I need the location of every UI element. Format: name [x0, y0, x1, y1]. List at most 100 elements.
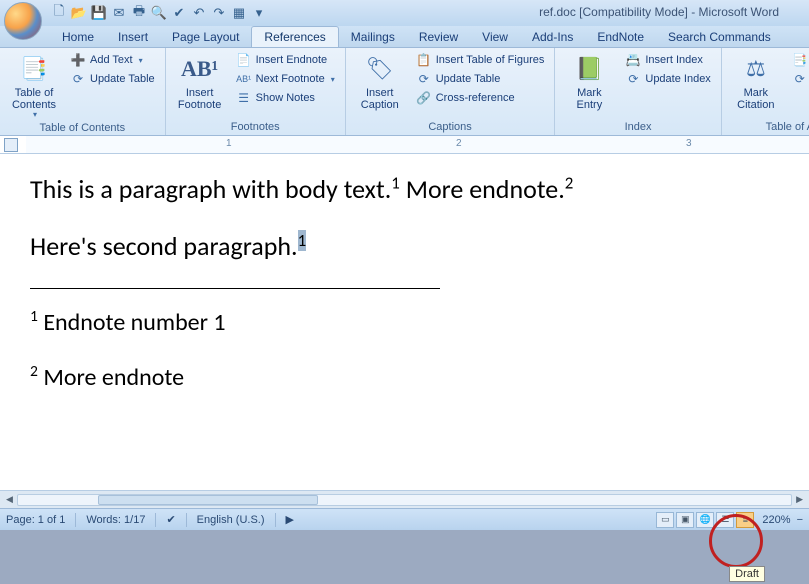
update-toa-button[interactable]: ⟳Update T [788, 70, 809, 88]
group-label-index: Index [561, 119, 714, 135]
group-label-captions: Captions [352, 119, 549, 135]
tab-insert[interactable]: Insert [106, 27, 160, 47]
save-icon[interactable]: 💾 [90, 4, 108, 22]
insert-toa-button[interactable]: 📑Insert Ta [788, 51, 809, 69]
group-label-toa: Table of Aut [728, 119, 809, 135]
scroll-left-icon[interactable]: ◀ [6, 494, 13, 505]
window-title: ref.doc [Compatibility Mode] - Microsoft… [539, 5, 779, 19]
group-captions: 🏷 Insert Caption 📋Insert Table of Figure… [346, 48, 556, 135]
group-toc: 📑 Table of Contents▾ ➕Add Text▾ ⟳Update … [0, 48, 166, 135]
update-captions-icon: ⟳ [416, 71, 432, 87]
endnote-separator [30, 288, 440, 289]
scroll-thumb[interactable] [98, 495, 318, 505]
insert-footnote-button[interactable]: AB¹ Insert Footnote [172, 51, 228, 119]
endnote-1[interactable]: 1 Endnote number 1 [30, 309, 809, 338]
group-footnotes: AB¹ Insert Footnote 📄Insert Endnote AB¹N… [166, 48, 346, 135]
mark-entry-icon: 📗 [573, 53, 605, 85]
tab-review[interactable]: Review [407, 27, 470, 47]
tof-icon: 📋 [416, 52, 432, 68]
horizontal-ruler[interactable]: 1 2 3 [0, 136, 809, 154]
show-notes-icon: ☰ [236, 90, 252, 106]
tab-mailings[interactable]: Mailings [339, 27, 407, 47]
spell-icon[interactable]: ✔ [170, 4, 188, 22]
footnote-icon: AB¹ [184, 53, 216, 85]
update-toc-button[interactable]: ⟳Update Table [66, 70, 159, 88]
insert-caption-button[interactable]: 🏷 Insert Caption [352, 51, 408, 119]
macro-icon[interactable]: ▶ [286, 513, 294, 526]
ruler-corner[interactable] [4, 138, 18, 152]
scroll-track[interactable] [17, 494, 792, 506]
group-index: 📗 Mark Entry 📇Insert Index ⟳Update Index… [555, 48, 721, 135]
print-preview-icon[interactable]: 🔍 [150, 4, 168, 22]
view-full-reading[interactable]: ▣ [676, 512, 694, 528]
quick-access-toolbar: 🗋 📂 💾 ✉ 🖶 🔍 ✔ ↶ ↷ ▦ ▾ [50, 4, 268, 22]
tab-view[interactable]: View [470, 27, 520, 47]
qat-more-icon[interactable]: ▾ [250, 4, 268, 22]
draft-tooltip: Draft [729, 566, 765, 582]
table-icon[interactable]: ▦ [230, 4, 248, 22]
view-draft[interactable]: ≡ [736, 512, 754, 528]
group-label-toc: Table of Contents [6, 120, 159, 136]
insert-toa-icon: 📑 [792, 52, 808, 68]
undo-icon[interactable]: ↶ [190, 4, 208, 22]
update-toa-icon: ⟳ [792, 71, 808, 87]
group-label-footnotes: Footnotes [172, 119, 339, 135]
mark-entry-button[interactable]: 📗 Mark Entry [561, 51, 617, 119]
proofing-icon[interactable]: ✔ [166, 513, 175, 526]
tab-addins[interactable]: Add-Ins [520, 27, 585, 47]
group-toa: ⚖ Mark Citation 📑Insert Ta ⟳Update T Tab… [722, 48, 809, 135]
update-index-icon: ⟳ [625, 71, 641, 87]
insert-index-button[interactable]: 📇Insert Index [621, 51, 714, 69]
ribbon: 📑 Table of Contents▾ ➕Add Text▾ ⟳Update … [0, 48, 809, 136]
insert-tof-button[interactable]: 📋Insert Table of Figures [412, 51, 549, 69]
update-index-button[interactable]: ⟳Update Index [621, 70, 714, 88]
show-notes-button[interactable]: ☰Show Notes [232, 89, 339, 107]
insert-index-icon: 📇 [625, 52, 641, 68]
mail-icon[interactable]: ✉ [110, 4, 128, 22]
selected-superscript[interactable]: 1 [298, 230, 307, 251]
scroll-right-icon[interactable]: ▶ [796, 494, 803, 505]
document-area[interactable]: This is a paragraph with body text.1 Mor… [0, 154, 809, 490]
paragraph-1[interactable]: This is a paragraph with body text.1 Mor… [30, 174, 809, 205]
add-text-button[interactable]: ➕Add Text▾ [66, 51, 159, 69]
view-outline[interactable]: ☰ [716, 512, 734, 528]
zoom-out-icon[interactable]: − [797, 514, 803, 526]
crossref-icon: 🔗 [416, 90, 432, 106]
new-icon[interactable]: 🗋 [50, 4, 68, 22]
crossref-button[interactable]: 🔗Cross-reference [412, 89, 549, 107]
update-icon: ⟳ [70, 71, 86, 87]
open-icon[interactable]: 📂 [70, 4, 88, 22]
office-button[interactable] [4, 2, 42, 40]
next-footnote-icon: AB¹ [236, 71, 252, 87]
zoom-level[interactable]: 220% [762, 514, 790, 526]
print-icon[interactable]: 🖶 [130, 4, 148, 22]
status-words[interactable]: Words: 1/17 [86, 514, 145, 526]
tab-home[interactable]: Home [50, 27, 106, 47]
horizontal-scrollbar[interactable]: ◀ ▶ [0, 490, 809, 508]
tab-page-layout[interactable]: Page Layout [160, 27, 251, 47]
title-bar: 🗋 📂 💾 ✉ 🖶 🔍 ✔ ↶ ↷ ▦ ▾ ref.doc [Compatibi… [0, 0, 809, 26]
endnote-2[interactable]: 2 More endnote [30, 364, 809, 393]
redo-icon[interactable]: ↷ [210, 4, 228, 22]
view-web-layout[interactable]: 🌐 [696, 512, 714, 528]
status-page[interactable]: Page: 1 of 1 [6, 514, 65, 526]
ruler-mark-1: 1 [226, 138, 232, 149]
paragraph-2[interactable]: Here's second paragraph.1 [30, 231, 809, 262]
tab-search-commands[interactable]: Search Commands [656, 27, 783, 47]
ribbon-tabs: Home Insert Page Layout References Maili… [0, 26, 809, 48]
status-language[interactable]: English (U.S.) [197, 514, 265, 526]
view-print-layout[interactable]: ▭ [656, 512, 674, 528]
mark-citation-button[interactable]: ⚖ Mark Citation [728, 51, 784, 119]
endnote-icon: 📄 [236, 52, 252, 68]
citation-icon: ⚖ [740, 53, 772, 85]
update-captions-button[interactable]: ⟳Update Table [412, 70, 549, 88]
ruler-mark-2: 2 [456, 138, 462, 149]
add-text-icon: ➕ [70, 52, 86, 68]
insert-endnote-button[interactable]: 📄Insert Endnote [232, 51, 339, 69]
next-footnote-button[interactable]: AB¹Next Footnote▾ [232, 70, 339, 88]
ruler-mark-3: 3 [686, 138, 692, 149]
toc-button[interactable]: 📑 Table of Contents▾ [6, 51, 62, 120]
app-frame-bottom [0, 530, 809, 580]
tab-endnote[interactable]: EndNote [585, 27, 656, 47]
tab-references[interactable]: References [251, 26, 338, 47]
